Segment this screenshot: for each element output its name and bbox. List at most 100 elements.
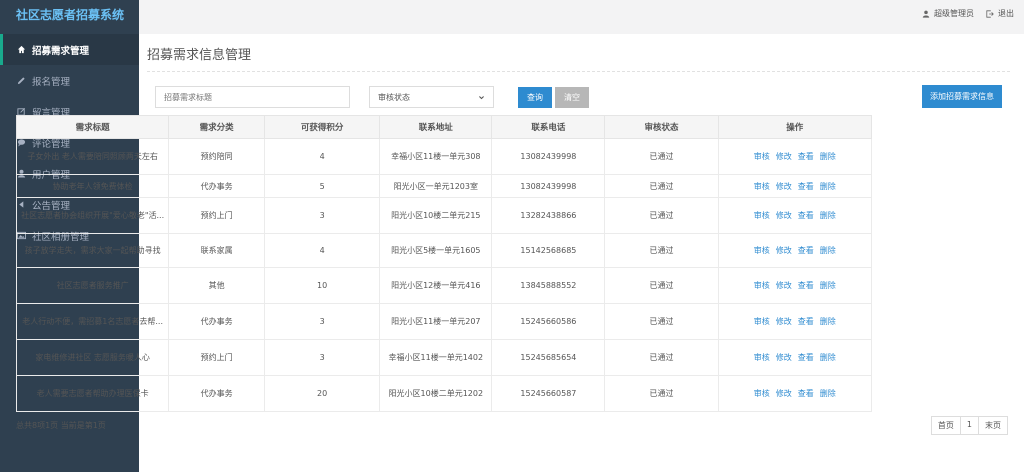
home-icon (16, 45, 26, 54)
table-row: 家电维修进社区 志愿服务暖人心 预约上门 3 幸福小区11楼一单元1402 152456… (15, 339, 873, 376)
view-link[interactable]: 查看 (798, 281, 814, 290)
delete-link[interactable]: 删除 (820, 281, 836, 290)
cell-address: 幸福小区11楼一单元1402 (379, 339, 493, 376)
col-header: 联系电话 (491, 115, 606, 139)
edit-link[interactable]: 修改 (776, 152, 792, 161)
review-link[interactable]: 审核 (754, 246, 770, 255)
cell-phone: 15245660586 (491, 303, 606, 340)
review-link[interactable]: 审核 (754, 152, 770, 161)
cell-points: 4 (263, 138, 381, 175)
edit-link[interactable]: 修改 (776, 211, 792, 220)
edit-link[interactable]: 修改 (776, 389, 792, 398)
delete-link[interactable]: 删除 (820, 317, 836, 326)
cell-address: 阳光小区5楼一单元1605 (379, 233, 493, 268)
review-link[interactable]: 审核 (754, 211, 770, 220)
query-button[interactable]: 查询 (518, 87, 552, 108)
cell-status: 已通过 (604, 339, 719, 376)
cell-status: 已通过 (604, 375, 719, 412)
sidebar-item-label: 招募需求管理 (32, 45, 90, 57)
cell-category: 预约上门 (168, 197, 265, 234)
page-title: 招募需求信息管理 (147, 44, 1010, 72)
delete-link[interactable]: 删除 (820, 353, 836, 362)
view-link[interactable]: 查看 (798, 246, 814, 255)
edit-link[interactable]: 修改 (776, 353, 792, 362)
cell-address: 幸福小区11楼一单元308 (379, 138, 493, 175)
add-demand-button[interactable]: 添加招募需求信息 (922, 85, 1002, 108)
cell-points: 20 (263, 375, 381, 412)
cell-address: 阳光小区11楼一单元207 (379, 303, 493, 340)
cell-points: 3 (263, 339, 381, 376)
table-row: 孩子放学走失，需求大家一起帮助寻找 联系家属 4 阳光小区5楼一单元1605 15142… (15, 233, 873, 268)
cell-status: 已通过 (604, 233, 719, 268)
cell-actions: 审核 修改 查看 删除 (717, 233, 873, 268)
view-link[interactable]: 查看 (798, 317, 814, 326)
cell-status: 已通过 (604, 197, 719, 234)
cell-category: 代办事务 (168, 375, 265, 412)
view-link[interactable]: 查看 (798, 389, 814, 398)
cell-points: 4 (263, 233, 381, 268)
view-link[interactable]: 查看 (798, 182, 814, 191)
view-link[interactable]: 查看 (798, 152, 814, 161)
cell-title: 子女外出 老人需要陪同照顾两天左右 (15, 138, 170, 175)
status-select-value: 审核状态 (378, 92, 410, 102)
delete-link[interactable]: 删除 (820, 152, 836, 161)
cell-actions: 审核 修改 查看 删除 (717, 267, 873, 304)
status-select[interactable]: 审核状态 (369, 86, 494, 108)
cell-phone: 15142568685 (491, 233, 606, 268)
col-header: 可获得积分 (263, 115, 381, 139)
cell-actions: 审核 修改 查看 删除 (717, 138, 873, 175)
cell-title: 老人行动不便，需招募1名志愿者去帮... (15, 303, 170, 340)
search-input[interactable] (155, 86, 350, 108)
toolbar: 审核状态 查询 清空 添加招募需求信息 (147, 80, 1016, 118)
sidebar-item-signup[interactable]: 报名管理 (0, 65, 139, 96)
cell-title: 社区志愿者服务推广 (15, 267, 170, 304)
demand-table: 需求标题 需求分类 可获得积分 联系地址 联系电话 审核状态 操作 子女外出 老… (15, 115, 873, 412)
cell-actions: 审核 修改 查看 删除 (717, 339, 873, 376)
review-link[interactable]: 审核 (754, 317, 770, 326)
user-menu[interactable]: 超级管理员 (922, 8, 974, 19)
clear-button[interactable]: 清空 (555, 87, 589, 108)
page-1-button[interactable]: 1 (959, 416, 979, 435)
cell-phone: 13082439998 (491, 174, 606, 198)
edit-link[interactable]: 修改 (776, 246, 792, 255)
chevron-down-icon (479, 95, 484, 99)
review-link[interactable]: 审核 (754, 353, 770, 362)
delete-link[interactable]: 删除 (820, 246, 836, 255)
cell-points: 10 (263, 267, 381, 304)
sidebar-item-label: 报名管理 (32, 76, 71, 88)
cell-title: 社区志愿者协会组织开展"爱心敬老"活... (15, 197, 170, 234)
user-name: 超级管理员 (934, 9, 974, 18)
first-page-button[interactable]: 首页 (930, 416, 961, 435)
logout-link[interactable]: 退出 (986, 8, 1014, 19)
edit-link[interactable]: 修改 (776, 281, 792, 290)
top-bar: 超级管理员 退出 (139, 0, 1024, 34)
edit-link[interactable]: 修改 (776, 182, 792, 191)
view-link[interactable]: 查看 (798, 353, 814, 362)
cell-address: 阳光小区一单元1203室 (379, 174, 493, 198)
cell-actions: 审核 修改 查看 删除 (717, 174, 873, 198)
cell-category: 预约上门 (168, 339, 265, 376)
review-link[interactable]: 审核 (754, 281, 770, 290)
pagination: 首页 1 末页 (930, 416, 1008, 435)
cell-title: 家电维修进社区 志愿服务暖人心 (15, 339, 170, 376)
delete-link[interactable]: 删除 (820, 389, 836, 398)
table-row: 子女外出 老人需要陪同照顾两天左右 预约陪同 4 幸福小区11楼一单元308 13082… (15, 138, 873, 175)
view-link[interactable]: 查看 (798, 211, 814, 220)
review-link[interactable]: 审核 (754, 389, 770, 398)
cell-phone: 13282438866 (491, 197, 606, 234)
table-row: 社区志愿者协会组织开展"爱心敬老"活... 预约上门 3 阳光小区10楼二单元215 1… (15, 197, 873, 234)
cell-actions: 审核 修改 查看 删除 (717, 375, 873, 412)
table-row: 协助老年人领免费体检 代办事务 5 阳光小区一单元1203室 13082439998 已通… (15, 174, 873, 198)
edit-link[interactable]: 修改 (776, 317, 792, 326)
delete-link[interactable]: 删除 (820, 211, 836, 220)
col-header: 操作 (717, 115, 873, 139)
sidebar-item-recruit-demand[interactable]: 招募需求管理 (0, 34, 139, 65)
review-link[interactable]: 审核 (754, 182, 770, 191)
delete-link[interactable]: 删除 (820, 182, 836, 191)
logout-icon (986, 9, 994, 18)
last-page-button[interactable]: 末页 (978, 416, 1008, 435)
col-header: 审核状态 (604, 115, 719, 139)
cell-phone: 13082439998 (491, 138, 606, 175)
cell-address: 阳光小区10楼二单元1202 (379, 375, 493, 412)
table-header-row: 需求标题 需求分类 可获得积分 联系地址 联系电话 审核状态 操作 (15, 115, 873, 139)
